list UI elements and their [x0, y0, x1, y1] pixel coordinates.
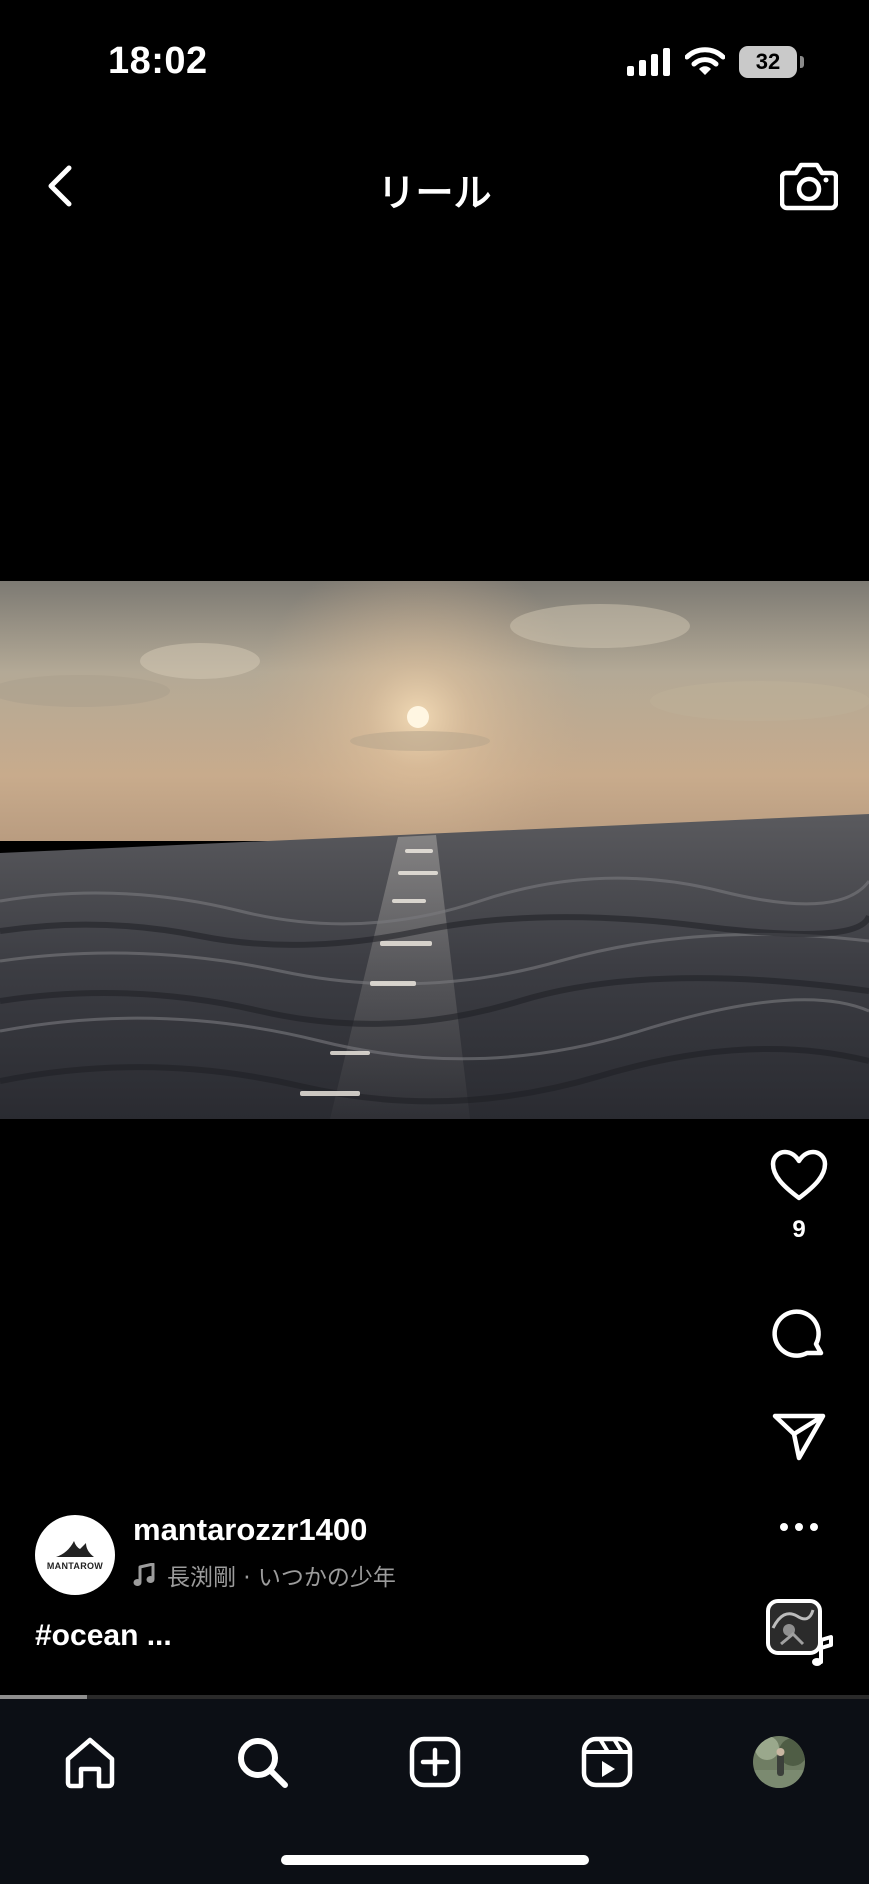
audio-button[interactable]: [729, 1598, 869, 1668]
comment-button[interactable]: [729, 1306, 869, 1362]
tab-create[interactable]: [400, 1727, 470, 1797]
status-icons: 32: [627, 46, 804, 78]
wifi-icon: [685, 47, 725, 75]
tab-search[interactable]: [227, 1727, 297, 1797]
music-title: 長渕剛 · いつかの少年: [167, 1565, 396, 1591]
cellular-signal-icon: [627, 48, 670, 76]
status-time: 18:02: [108, 40, 208, 82]
music-note-icon: [133, 1563, 155, 1586]
heart-icon: [770, 1149, 828, 1201]
create-icon: [409, 1736, 461, 1788]
camera-button[interactable]: [777, 154, 841, 216]
battery-level: 32: [755, 49, 781, 74]
audio-thumbnail-icon: [766, 1599, 833, 1666]
more-options-button[interactable]: [729, 1522, 869, 1532]
manta-logo-icon: [56, 1541, 94, 1557]
profile-photo-icon: [753, 1736, 805, 1788]
home-indicator: [281, 1855, 589, 1865]
tab-profile[interactable]: [744, 1727, 814, 1797]
profile-avatar: [753, 1736, 805, 1788]
battery-icon: 32: [739, 46, 804, 78]
page-title: リール: [377, 171, 492, 215]
camera-icon: [780, 162, 838, 211]
avatar-brand-text: MANTAROW: [46, 1561, 104, 1571]
share-button[interactable]: [729, 1410, 869, 1462]
status-bar: 18:02 32: [0, 0, 869, 130]
reel-video[interactable]: [0, 581, 869, 1119]
ellipsis-icon: [780, 1523, 818, 1531]
tab-home[interactable]: [55, 1727, 125, 1797]
header: リール: [0, 150, 869, 220]
username[interactable]: mantarozzr1400: [133, 1512, 367, 1548]
avatar[interactable]: MANTAROW: [35, 1515, 115, 1595]
like-action[interactable]: 9: [729, 1148, 869, 1244]
ocean-sunset-video-frame: [0, 581, 869, 1119]
reels-icon: [581, 1736, 633, 1788]
music-info[interactable]: 長渕剛 · いつかの少年: [133, 1558, 396, 1592]
send-icon: [772, 1413, 826, 1461]
search-icon: [238, 1738, 288, 1788]
home-icon: [65, 1737, 115, 1789]
caption[interactable]: #ocean ...: [35, 1619, 172, 1653]
like-count: 9: [792, 1216, 806, 1243]
tab-reels[interactable]: [572, 1727, 642, 1797]
comment-icon: [772, 1309, 824, 1358]
